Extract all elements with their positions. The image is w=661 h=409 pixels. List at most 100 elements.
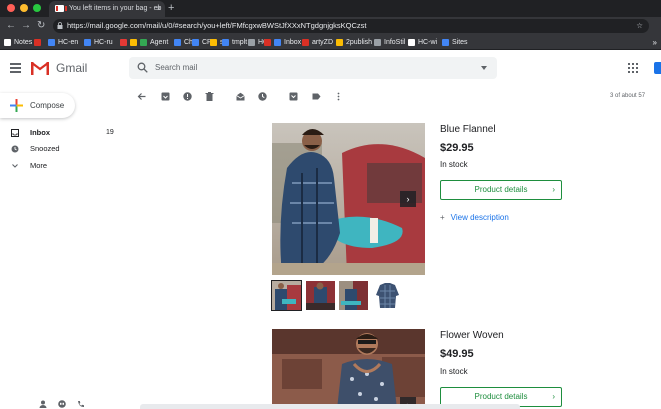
bookmark-favicon-icon xyxy=(222,39,229,46)
sidebar-item-label: More xyxy=(30,161,48,170)
bookmark-favicon-icon xyxy=(210,39,217,46)
bookmark-item[interactable]: HC-en xyxy=(48,37,78,48)
reload-icon[interactable]: ↻ xyxy=(37,19,45,33)
bookmark-favicon-icon xyxy=(34,39,41,46)
back-to-search-icon[interactable] xyxy=(137,92,146,101)
report-spam-icon[interactable] xyxy=(183,92,192,101)
product-name: Blue Flannel xyxy=(440,124,496,135)
contacts-icon[interactable] xyxy=(39,400,47,408)
sidebar-item-more[interactable]: More xyxy=(0,159,120,173)
thumbnail-4[interactable] xyxy=(373,281,402,310)
bookmark-favicon-icon xyxy=(4,39,11,46)
bookmark-item[interactable] xyxy=(120,37,130,48)
browser-tab-active[interactable]: You left items in your bag - eb × xyxy=(49,1,165,17)
bookmark-label: Agent xyxy=(150,39,169,46)
search-icon[interactable] xyxy=(137,62,148,73)
product-photo-flower-woven[interactable]: › xyxy=(272,329,425,409)
product-price: $49.95 xyxy=(440,348,474,360)
search-options-icon[interactable] xyxy=(481,66,487,70)
url-text: https://mail.google.com/mail/u/0/#search… xyxy=(67,21,367,30)
bookmark-item[interactable]: tmplt xyxy=(222,37,247,48)
phone-icon[interactable] xyxy=(77,400,85,408)
bookmark-item[interactable]: Notes xyxy=(4,37,32,48)
bookmark-item[interactable]: Agent xyxy=(140,37,168,48)
minimize-window-button[interactable] xyxy=(20,4,28,12)
bookmark-label: 2publish xyxy=(346,39,373,46)
move-to-icon[interactable] xyxy=(289,92,298,101)
bookmarks-more-icon[interactable]: » xyxy=(653,37,657,48)
google-apps-icon[interactable] xyxy=(628,63,638,73)
label-icon[interactable] xyxy=(312,92,321,101)
bottom-scroll-region xyxy=(140,404,520,409)
sidebar-item-snoozed[interactable]: Snoozed xyxy=(0,142,120,156)
archive-icon[interactable] xyxy=(161,92,170,101)
bookmark-label: artyZD xyxy=(312,39,333,46)
bookmark-item[interactable]: HC-wi xyxy=(408,37,437,48)
bookmark-item[interactable] xyxy=(34,37,44,48)
bookmark-favicon-icon xyxy=(248,39,255,46)
tab-title: You left items in your bag - eb xyxy=(69,5,162,12)
product-name: Flower Woven xyxy=(440,330,504,341)
bookmark-star-icon[interactable]: ☆ xyxy=(636,19,643,33)
thumbnail-3[interactable] xyxy=(339,281,368,310)
close-window-button[interactable] xyxy=(7,4,15,12)
search-bar[interactable]: Search mail xyxy=(129,57,497,79)
hangouts-icon[interactable] xyxy=(58,400,66,408)
main-menu-icon[interactable] xyxy=(10,63,21,73)
bookmark-favicon-icon xyxy=(140,39,147,46)
product-details-button[interactable]: Product details › xyxy=(440,180,562,200)
bookmark-label: Notes xyxy=(14,39,33,46)
delete-icon[interactable] xyxy=(205,92,214,101)
bookmark-item[interactable]: CP xyxy=(192,37,212,48)
view-description-label: View description xyxy=(450,213,509,222)
bookmarks-bar: » NotesHC-enHC-ruAgentChCPstmpltHCInboxa… xyxy=(0,35,661,50)
account-avatar[interactable] xyxy=(654,62,661,74)
bookmark-label: HC-ru xyxy=(94,39,113,46)
bookmark-favicon-icon xyxy=(274,39,281,46)
lock-icon xyxy=(57,22,63,29)
mark-unread-icon[interactable] xyxy=(236,92,245,101)
back-icon[interactable]: ← xyxy=(6,19,16,33)
url-field[interactable]: https://mail.google.com/mail/u/0/#search… xyxy=(53,19,649,33)
bookmark-item[interactable] xyxy=(130,37,140,48)
bookmark-item[interactable]: HC-ru xyxy=(84,37,113,48)
compose-button[interactable]: Compose xyxy=(0,93,75,118)
maximize-window-button[interactable] xyxy=(33,4,41,12)
gmail-logo-icon[interactable] xyxy=(31,61,49,75)
clock-icon xyxy=(11,145,19,153)
bookmark-item[interactable]: Ch xyxy=(174,37,193,48)
new-tab-button[interactable]: + xyxy=(168,0,174,16)
bookmark-label: InfoStil xyxy=(384,39,406,46)
compose-label: Compose xyxy=(30,101,65,110)
tab-close-icon[interactable]: × xyxy=(156,1,161,17)
bookmark-favicon-icon xyxy=(302,39,309,46)
bookmark-favicon-icon xyxy=(84,39,91,46)
forward-icon[interactable]: → xyxy=(21,19,31,33)
bookmark-favicon-icon xyxy=(48,39,55,46)
bookmark-label: HC-wi xyxy=(418,39,438,46)
bookmark-label: tmplt xyxy=(232,39,248,46)
chevron-down-icon xyxy=(12,164,18,168)
inbox-icon xyxy=(11,129,19,137)
search-input[interactable]: Search mail xyxy=(155,57,197,79)
pagination-count: 3 of about 57 xyxy=(610,93,646,99)
product-photo-blue-flannel[interactable]: › xyxy=(272,123,425,275)
unread-count: 19 xyxy=(106,129,114,136)
bookmark-item[interactable]: 2publish xyxy=(336,37,372,48)
product-details-label: Product details xyxy=(474,392,528,401)
sidebar-item-inbox[interactable]: Inbox 19 xyxy=(0,126,120,140)
product-details-label: Product details xyxy=(474,185,528,194)
bookmark-item[interactable]: artyZD xyxy=(302,37,333,48)
bookmark-item[interactable]: InfoStil xyxy=(374,37,405,48)
more-options-icon[interactable] xyxy=(334,92,343,101)
snooze-icon[interactable] xyxy=(258,92,267,101)
thumbnail-2[interactable] xyxy=(306,281,335,310)
view-description-link[interactable]: + View description xyxy=(440,212,509,224)
bookmark-item[interactable] xyxy=(264,37,274,48)
bookmark-label: Sites xyxy=(452,39,468,46)
thumbnail-1[interactable] xyxy=(271,280,302,311)
bookmark-item[interactable]: Inbox xyxy=(274,37,301,48)
bookmark-favicon-icon xyxy=(264,39,271,46)
next-image-button[interactable]: › xyxy=(400,191,416,207)
bookmark-item[interactable]: Sites xyxy=(442,37,468,48)
